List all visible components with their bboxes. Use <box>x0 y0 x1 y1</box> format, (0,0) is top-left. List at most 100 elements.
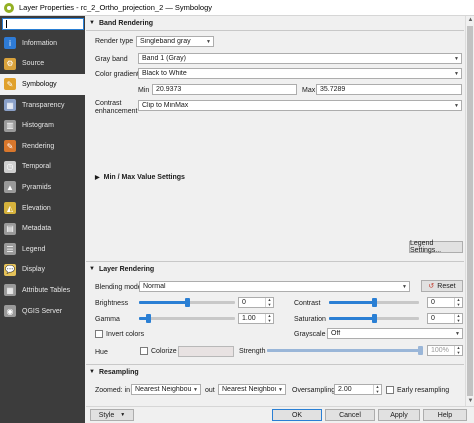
legend-icon: ☰ <box>4 243 16 256</box>
sidebar-item-pyramids[interactable]: ▲ Pyramids <box>0 177 85 198</box>
vertical-scrollbar[interactable]: ▲ ▼ <box>465 16 474 406</box>
grayscale-select[interactable]: Off ▼ <box>327 328 463 339</box>
color-gradient-select[interactable]: Black to White ▼ <box>138 68 462 79</box>
oversampling-spinbox[interactable]: 2.00 ▲ ▼ <box>334 384 382 395</box>
strength-label: Strength <box>239 348 266 355</box>
contrast-enhancement-select[interactable]: Clip to MinMax ▼ <box>138 100 462 111</box>
grayscale-value: Off <box>331 330 341 337</box>
sidebar-item-metadata[interactable]: ▤ Metadata <box>0 218 85 239</box>
slider-handle[interactable] <box>146 314 152 323</box>
apply-button[interactable]: Apply <box>378 409 420 421</box>
sidebar-item-temporal[interactable]: ◷ Temporal <box>0 157 85 178</box>
reset-button-label: Reset <box>437 282 456 290</box>
legend-settings-button[interactable]: Legend Settings... <box>409 240 463 254</box>
rendering-icon: ✎ <box>4 140 16 153</box>
histogram-icon: ▥ <box>4 119 16 132</box>
spin-arrows-icon[interactable]: ▲ ▼ <box>265 313 273 323</box>
spin-arrows-icon[interactable]: ▲ ▼ <box>454 313 462 323</box>
gamma-value: 1.00 <box>242 315 256 322</box>
sidebar-item-display[interactable]: 💬 Display <box>0 260 85 281</box>
slider-handle[interactable] <box>184 298 190 307</box>
gray-band-select[interactable]: Band 1 (Gray) ▼ <box>138 53 462 64</box>
contrast-slider[interactable] <box>329 297 419 308</box>
scroll-down-icon[interactable]: ▼ <box>466 397 474 406</box>
render-type-label: Render type <box>95 38 134 45</box>
chevron-down-icon: ▼ <box>455 330 460 337</box>
brightness-slider[interactable] <box>139 297 235 308</box>
max-input[interactable]: 35.7289 <box>316 84 462 95</box>
help-button[interactable]: Help <box>423 409 467 421</box>
sidebar-item-label: Transparency <box>22 101 65 109</box>
search-box[interactable] <box>2 18 84 30</box>
sidebar-item-rendering[interactable]: ✎ Rendering <box>0 136 85 157</box>
early-resampling-label: Early resampling <box>397 387 450 394</box>
band-rendering-title: Band Rendering <box>98 19 154 27</box>
spin-arrows-icon[interactable]: ▲ ▼ <box>454 297 462 307</box>
sidebar-item-information[interactable]: i Information <box>0 33 85 54</box>
saturation-value: 0 <box>431 315 435 322</box>
gamma-spinbox[interactable]: 1.00 ▲ ▼ <box>238 313 274 324</box>
scrollbar-thumb[interactable] <box>467 26 473 396</box>
spin-arrows-icon[interactable]: ▲ ▼ <box>373 384 381 394</box>
symbology-panel: ▼ Band Rendering Render type Singleband … <box>86 16 474 406</box>
spin-arrows-icon[interactable]: ▲ ▼ <box>265 297 273 307</box>
sidebar-item-label: Attribute Tables <box>22 286 71 294</box>
contrast-enhancement-label-2: enhancement <box>95 108 138 115</box>
search-input[interactable] <box>8 20 83 28</box>
min-input[interactable]: 20.9373 <box>152 84 297 95</box>
min-label: Min <box>138 87 150 94</box>
scroll-up-icon[interactable]: ▲ <box>466 16 474 25</box>
pyramids-icon: ▲ <box>4 181 16 194</box>
style-menu-button[interactable]: Style ▼ <box>90 409 134 421</box>
min-value: 20.9373 <box>156 86 182 93</box>
saturation-slider[interactable] <box>329 313 419 324</box>
chevron-down-icon: ▼ <box>120 412 126 418</box>
sidebar-item-qgis-server[interactable]: ◉ QGIS Server <box>0 301 85 322</box>
invert-colors-checkbox[interactable] <box>95 330 103 338</box>
max-label: Max <box>302 87 316 94</box>
ok-button[interactable]: OK <box>272 409 322 421</box>
sidebar-item-source[interactable]: ⚙ Source <box>0 54 85 75</box>
reset-button[interactable]: ↺ Reset <box>421 280 463 292</box>
zoomed-out-select[interactable]: Nearest Neighbour ▼ <box>218 384 286 395</box>
layer-rendering-header[interactable]: ▼ Layer Rendering <box>86 263 464 275</box>
blending-mode-select[interactable]: Normal ▼ <box>139 281 410 292</box>
sidebar-item-elevation[interactable]: ◭ Elevation <box>0 198 85 219</box>
grayscale-label: Grayscale <box>294 331 326 338</box>
zoomed-out-value: Nearest Neighbour <box>222 386 276 393</box>
colorize-checkbox[interactable] <box>140 347 148 355</box>
strength-slider[interactable] <box>267 345 423 356</box>
spin-arrows-icon[interactable]: ▲ ▼ <box>454 345 462 355</box>
resampling-header[interactable]: ▼ Resampling <box>86 366 464 378</box>
contrast-value: 0 <box>431 299 435 306</box>
slider-handle[interactable] <box>418 346 423 355</box>
chevron-down-icon: ▼ <box>454 55 459 62</box>
sidebar-item-symbology[interactable]: ✎ Symbology <box>0 74 85 95</box>
brightness-spinbox[interactable]: 0 ▲ ▼ <box>238 297 274 308</box>
early-resampling-checkbox[interactable] <box>386 386 394 394</box>
saturation-spinbox[interactable]: 0 ▲ ▼ <box>427 313 463 324</box>
gamma-slider[interactable] <box>139 313 235 324</box>
cancel-button[interactable]: Cancel <box>325 409 375 421</box>
strength-spinbox[interactable]: 100% ▲ ▼ <box>427 345 463 356</box>
sidebar-item-attribute-tables[interactable]: ▦ Attribute Tables <box>0 280 85 301</box>
title-bar: Layer Properties - rc_2_Ortho_projection… <box>0 0 474 16</box>
sidebar-item-label: QGIS Server <box>22 307 63 315</box>
symbology-icon: ✎ <box>4 78 16 91</box>
resampling-title: Resampling <box>98 368 139 376</box>
slider-handle[interactable] <box>371 298 377 307</box>
chevron-down-icon: ▼ <box>402 283 407 290</box>
sidebar-item-label: Information <box>22 39 58 47</box>
sidebar-item-legend[interactable]: ☰ Legend <box>0 239 85 260</box>
minmax-settings-header[interactable]: ▶ Min / Max Value Settings <box>95 171 185 183</box>
contrast-spinbox[interactable]: 0 ▲ ▼ <box>427 297 463 308</box>
sidebar-item-transparency[interactable]: ▦ Transparency <box>0 95 85 116</box>
slider-handle[interactable] <box>371 314 377 323</box>
band-rendering-header[interactable]: ▼ Band Rendering <box>86 17 464 29</box>
render-type-select[interactable]: Singleband gray ▼ <box>136 36 214 47</box>
colorize-color-button[interactable] <box>178 346 234 357</box>
zoomed-in-select[interactable]: Nearest Neighbour ▼ <box>131 384 201 395</box>
sidebar-item-histogram[interactable]: ▥ Histogram <box>0 115 85 136</box>
sidebar-item-label: Pyramids <box>22 183 52 191</box>
blending-mode-label: Blending mode <box>95 284 142 291</box>
